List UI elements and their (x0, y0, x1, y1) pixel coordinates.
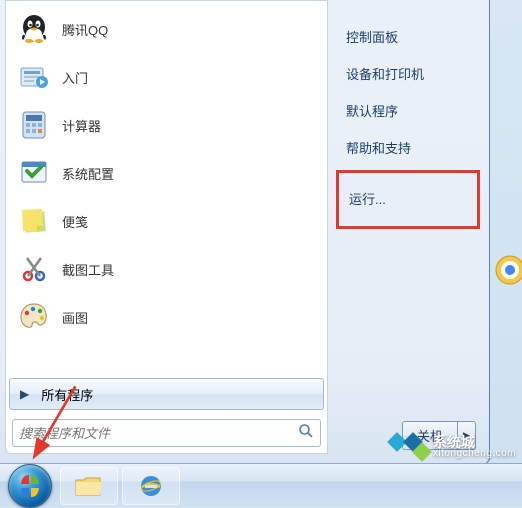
program-label: 画图 (62, 308, 88, 327)
calculator-icon (16, 107, 52, 143)
program-label: 截图工具 (62, 260, 114, 279)
program-item-getting-started[interactable]: 入门 (8, 53, 325, 101)
right-item-run[interactable]: 运行... (349, 189, 467, 208)
getting-started-icon (16, 59, 52, 95)
qq-icon (16, 11, 52, 47)
watermark-logo-icon (390, 435, 429, 459)
program-label: 计算器 (62, 116, 101, 135)
search-box[interactable] (12, 419, 321, 447)
program-item-qq[interactable]: 腾讯QQ (8, 5, 325, 53)
paint-icon (16, 299, 52, 335)
desktop-icons-partial (490, 0, 522, 465)
taskbar-button-explorer[interactable] (60, 467, 118, 505)
program-item-calculator[interactable]: 计算器 (8, 101, 325, 149)
watermark-url: xitongcheng.com (433, 449, 516, 459)
right-item-help-support[interactable]: 帮助和支持 (328, 129, 488, 166)
right-item-devices-printers[interactable]: 设备和打印机 (328, 55, 488, 92)
program-list: 腾讯QQ 入门 (6, 1, 327, 375)
all-programs-button[interactable]: ▶ 所有程序 (9, 378, 324, 410)
folder-icon (73, 473, 105, 499)
program-label: 腾讯QQ (62, 20, 108, 39)
sticky-notes-icon (16, 203, 52, 239)
program-item-msconfig[interactable]: 系统配置 (8, 149, 325, 197)
arrow-right-icon: ▶ (20, 387, 29, 401)
ie-icon (136, 471, 166, 501)
right-item-control-panel[interactable]: 控制面板 (328, 18, 488, 55)
program-item-sticky-notes[interactable]: 便笺 (8, 197, 325, 245)
taskbar (0, 463, 522, 507)
msconfig-icon (16, 155, 52, 191)
program-item-snipping-tool[interactable]: 截图工具 (8, 245, 325, 293)
run-highlight-box: 运行... (336, 170, 480, 229)
all-programs-label: 所有程序 (41, 385, 93, 404)
start-left-panel: 腾讯QQ 入门 (5, 0, 328, 454)
watermark-title: 系统城 (433, 435, 516, 449)
program-label: 系统配置 (62, 164, 114, 183)
start-menu: 腾讯QQ 入门 (0, 0, 490, 465)
taskbar-button-ie[interactable] (122, 467, 180, 505)
program-item-paint[interactable]: 画图 (8, 293, 325, 341)
snipping-tool-icon (16, 251, 52, 287)
desktop-background (490, 0, 522, 465)
program-label: 便笺 (62, 212, 88, 231)
right-item-default-programs[interactable]: 默认程序 (328, 92, 488, 129)
start-right-panel: 控制面板 设备和打印机 默认程序 帮助和支持 运行... 关机 ▶ (328, 0, 488, 464)
watermark: 系统城 xitongcheng.com (390, 435, 516, 459)
search-icon (298, 423, 314, 443)
search-input[interactable] (19, 426, 298, 441)
program-label: 入门 (62, 68, 88, 87)
start-button[interactable] (8, 464, 52, 508)
